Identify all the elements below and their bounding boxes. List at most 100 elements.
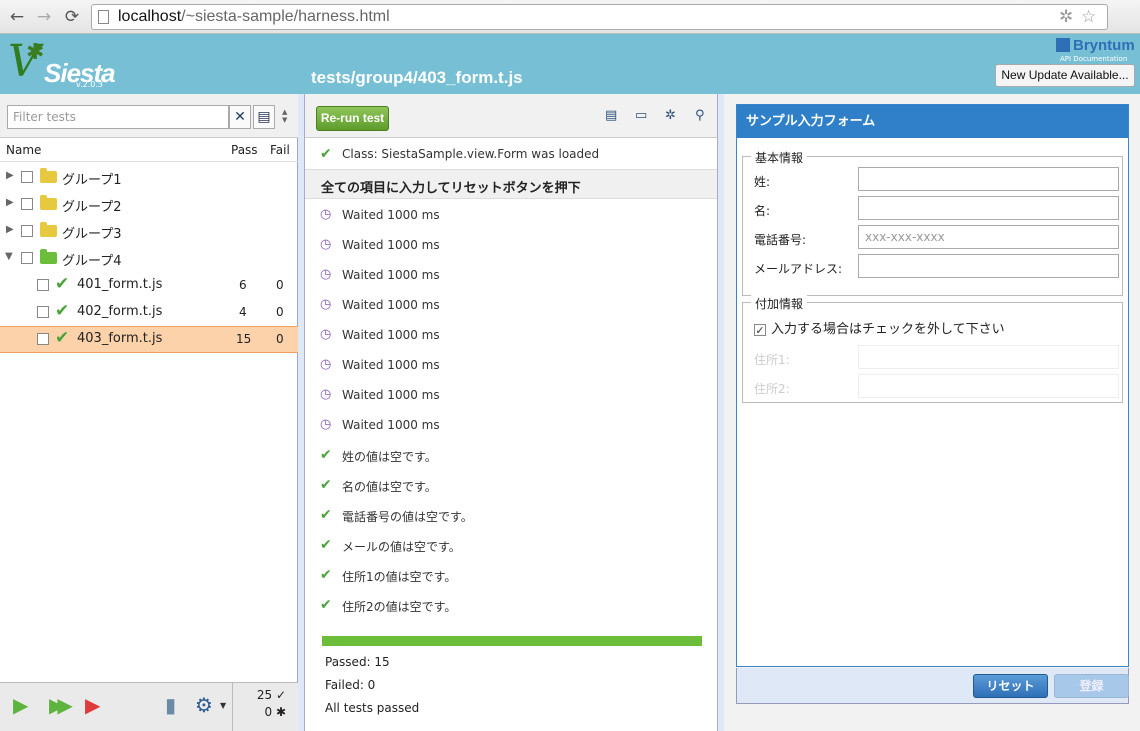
test-label: 401_form.t.js [77, 277, 163, 292]
column-pass[interactable]: Pass [231, 143, 258, 157]
summary-failed: Failed: 0 [325, 678, 376, 692]
log-row-wait: ◷ Waited 1000 ms [320, 357, 440, 372]
field-label: 電話番号: [754, 233, 807, 247]
app-header [0, 34, 1140, 94]
test-pass-count: 4 [239, 305, 247, 319]
group-checkbox[interactable] [21, 225, 33, 237]
tree-test-row[interactable]: ✔ 401_form.t.js 6 0 [0, 272, 298, 299]
filter-tests-input[interactable]: Filter tests [7, 105, 229, 129]
bookmark-star-icon[interactable]: ☆ [1081, 7, 1096, 27]
log-row-wait: ◷ Waited 1000 ms [320, 267, 440, 282]
group-checkbox[interactable] [21, 252, 33, 264]
log-row: ✔ Class: SiestaSample.view.Form was load… [320, 146, 600, 162]
field-label: 姓: [754, 175, 771, 189]
log-row-assertion: ✔ 名の値は空です。 [320, 477, 437, 494]
extension-gear-icon[interactable]: ✲ [1059, 7, 1073, 27]
forward-arrow-icon[interactable]: → [33, 6, 55, 28]
filter-toolbar: Filter tests ✕ ▤ ▲ ▼ [0, 94, 298, 138]
run-all-icon[interactable]: ▶▶ [49, 693, 73, 717]
form-button-bar: リセット 登録 [736, 668, 1129, 704]
form-title: サンプル入力フォーム [737, 105, 1128, 138]
address2-input [858, 374, 1119, 398]
column-name[interactable]: Name [6, 143, 41, 157]
inspect-search-icon[interactable]: ⚲ [695, 108, 705, 123]
new-update-button[interactable]: New Update Available... [995, 64, 1135, 87]
tree-test-row[interactable]: ✔ 402_form.t.js 4 0 [0, 299, 298, 326]
collapse-arrow-icon[interactable]: ▼ [5, 251, 13, 262]
settings-gear-icon[interactable]: ⚙ [195, 693, 213, 717]
browser-toolbar: ← → ⟳ localhost/~siesta-sample/harness.h… [0, 0, 1140, 34]
url-text: localhost/~siesta-sample/harness.html [118, 8, 390, 25]
tree-group-row[interactable]: ▼ グループ4 [0, 245, 298, 272]
bryntum-logo-icon [1056, 38, 1070, 52]
log-row-wait: ◷ Waited 1000 ms [320, 207, 440, 222]
tree-column-headers: Name Pass Fail [0, 138, 298, 162]
group-label: グループ3 [62, 227, 122, 242]
pass-check-icon: ✔ [320, 447, 332, 463]
last-name-input[interactable] [858, 167, 1119, 191]
test-checkbox[interactable] [37, 306, 49, 318]
test-checkbox[interactable] [37, 333, 49, 345]
reset-button[interactable]: リセット [973, 674, 1048, 698]
view-source-icon[interactable]: ▤ [605, 108, 617, 123]
log-row-wait: ◷ Waited 1000 ms [320, 297, 440, 312]
page-icon [98, 10, 109, 24]
log-row-wait: ◷ Waited 1000 ms [320, 417, 440, 432]
reload-icon[interactable]: ⟳ [61, 6, 83, 28]
test-fail-count: 0 [276, 278, 284, 292]
address2-label: 住所2: [754, 382, 790, 396]
run-stats: 25 ✓ 0 ✱ [232, 683, 298, 731]
address1-label: 住所1: [754, 353, 790, 367]
log-row-assertion: ✔ 住所2の値は空です。 [320, 597, 457, 614]
bryntum-logo[interactable]: Bryntum [1056, 37, 1135, 54]
document-filter-icon[interactable]: ▤ [253, 105, 275, 129]
run-failed-icon[interactable]: ▶ [85, 693, 100, 717]
log-section-header: 全ての項目に入力してリセットボタンを押下 [305, 169, 717, 199]
phone-input[interactable]: xxx-xxx-xxxx [858, 225, 1119, 249]
group-checkbox[interactable] [21, 171, 33, 183]
test-checkbox[interactable] [37, 279, 49, 291]
clear-filter-icon[interactable]: ✕ [229, 105, 251, 129]
progress-bar [322, 636, 702, 646]
group-label: グループ2 [62, 200, 122, 215]
test-pass-count: 6 [239, 278, 247, 292]
group-checkbox[interactable] [21, 198, 33, 210]
email-input[interactable] [858, 254, 1119, 278]
sort-arrows-icon[interactable]: ▲ ▼ [282, 108, 287, 124]
folder-icon [40, 195, 57, 210]
enable-address-checkbox[interactable]: ✓ [754, 324, 766, 336]
pass-check-icon: ✔ [320, 146, 332, 162]
address-bar[interactable]: localhost/~siesta-sample/harness.html ✲ … [91, 4, 1108, 30]
rerun-test-button[interactable]: Re-run test [316, 106, 389, 131]
api-documentation-link[interactable]: API Documentation [1060, 55, 1127, 63]
bug-icon: ✱ [275, 705, 286, 719]
test-tree-panel: Filter tests ✕ ▤ ▲ ▼ Name Pass Fail ▶ グルー… [0, 94, 298, 731]
folder-icon [40, 168, 57, 183]
expand-arrow-icon[interactable]: ▶ [6, 197, 14, 208]
extra-info-legend: 付加情報 [751, 295, 808, 312]
test-label: 403_form.t.js [77, 331, 163, 346]
open-folder-icon [40, 249, 57, 264]
expand-arrow-icon[interactable]: ▶ [6, 170, 14, 181]
tree-group-row[interactable]: ▶ グループ3 [0, 218, 298, 245]
debug-bug-icon[interactable]: ✲ [665, 108, 676, 123]
book-icon[interactable]: ▮ [165, 693, 176, 717]
submit-button: 登録 [1054, 674, 1129, 698]
clock-icon: ◷ [320, 297, 332, 312]
settings-dropdown-icon[interactable]: ▼ [220, 701, 226, 710]
log-row-wait: ◷ Waited 1000 ms [320, 237, 440, 252]
tree-test-row-selected[interactable]: ✔ 403_form.t.js 15 0 [0, 326, 298, 353]
clock-icon: ◷ [320, 267, 332, 282]
first-name-input[interactable] [858, 196, 1119, 220]
extra-info-fieldset: 付加情報 ✓ 入力する場合はチェックを外して下さい 住所1: 住所2: [742, 295, 1123, 403]
pass-check-icon: ✔ [320, 507, 332, 523]
column-fail[interactable]: Fail [270, 143, 290, 157]
back-arrow-icon[interactable]: ← [6, 6, 28, 28]
show-dom-icon[interactable]: ▭ [635, 108, 647, 123]
run-checked-icon[interactable]: ▶ [13, 693, 28, 717]
tree-group-row[interactable]: ▶ グループ2 [0, 191, 298, 218]
enable-address-checkbox-row[interactable]: ✓ 入力する場合はチェックを外して下さい [754, 318, 1005, 337]
tree-group-row[interactable]: ▶ グループ1 [0, 164, 298, 191]
expand-arrow-icon[interactable]: ▶ [6, 224, 14, 235]
basic-info-fieldset: 基本情報 姓: 名: 電話番号: xxx-xxx-xxxx メールアドレス: [742, 149, 1123, 296]
